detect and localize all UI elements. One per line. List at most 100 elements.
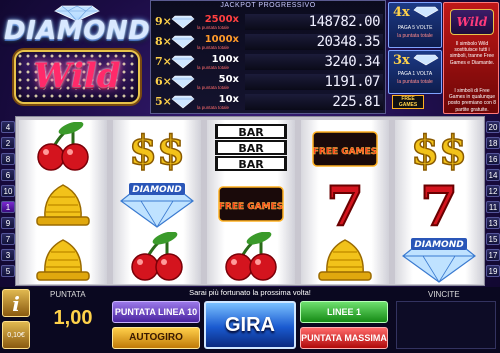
win-label: VINCITE	[428, 290, 460, 299]
diamond-icon	[171, 55, 195, 69]
payline-left-5[interactable]: 5	[1, 265, 15, 277]
payline-right-19[interactable]: 19	[486, 265, 500, 277]
info-4x-sub: la puntata totale	[397, 33, 433, 39]
bet-per-line-button[interactable]: PUNTATA LINEA 10	[112, 301, 200, 323]
info-button[interactable]: i	[2, 289, 30, 317]
info-3x-sub: la puntata totale	[397, 79, 433, 85]
paytable-count: 7×	[155, 55, 172, 68]
paytable-multiplier: 100x	[211, 54, 239, 65]
paytable-note: la puntata totale	[197, 85, 230, 90]
free-games-symbol-text: FREE GAMES	[313, 147, 377, 157]
bar-symbol-text: BAR	[238, 126, 264, 139]
free-games-icon: FREE GAMES	[211, 177, 291, 229]
paytable-count: 5×	[155, 95, 172, 108]
payline-left-3[interactable]: 3	[1, 249, 15, 261]
bet-value: 1,00	[53, 307, 93, 329]
lines-button[interactable]: LINEE 1	[300, 301, 388, 323]
control-bar: i 0,10€ PUNTATA 1,00 Sarai più fortunato…	[0, 287, 500, 353]
payline-right-11[interactable]: 11	[486, 201, 500, 213]
payline-left-8[interactable]: 8	[1, 153, 15, 165]
autospin-button[interactable]: AUTOGIRO	[112, 327, 200, 349]
paytable-row: 5× 10x la puntata totale 225.81	[153, 93, 385, 112]
payline-left-1[interactable]: 1	[1, 201, 15, 213]
paytable-multiplier: 50x	[218, 74, 239, 85]
bell-icon	[23, 177, 103, 229]
max-bet-button[interactable]: PUNTATA MASSIMA	[300, 327, 388, 349]
paytable-title: JACKPOT PROGRESSIVO	[220, 2, 316, 9]
paytable-note: la puntata totale	[197, 65, 230, 70]
paytable-count: 8×	[155, 35, 172, 48]
info-3x-multiplier: 3x	[393, 53, 410, 68]
diamond-icon	[413, 6, 439, 18]
info-box-4x: 4x PAGA 5 VOLTE la puntata totale	[388, 2, 442, 48]
payline-right-18[interactable]: 18	[486, 137, 500, 149]
game-logo: DIAMOND Wild	[2, 4, 152, 116]
dollar-symbol-text: $$	[129, 127, 185, 174]
info-3x-text: PAGA 1 VOLTA	[397, 71, 433, 77]
diamond-icon	[171, 35, 195, 49]
seven-symbol-text: 7	[326, 177, 364, 229]
payline-left-7[interactable]: 7	[1, 233, 15, 245]
jackpot-paytable: JACKPOT PROGRESSIVO 9× 2500x la puntata to…	[150, 0, 386, 114]
payline-right-17[interactable]: 17	[486, 249, 500, 261]
bell-icon	[305, 232, 385, 284]
payline-right-16[interactable]: 16	[486, 153, 500, 165]
dollar-icon: $$	[399, 122, 479, 175]
diamond-symbol-text: DIAMOND	[414, 240, 464, 250]
paytable-count: 9×	[155, 15, 172, 28]
payline-right-12[interactable]: 12	[486, 185, 500, 197]
info-box-3x: 3x PAGA 1 VOLTA la puntata totale	[388, 50, 442, 94]
diamond-icon	[171, 95, 195, 109]
diamond-symbol-text: DIAMOND	[132, 185, 182, 195]
seven-symbol-text: 7	[420, 177, 458, 229]
win-display	[396, 301, 496, 349]
slot-game: DIAMOND Wild JACKPOT PROGRESSIVO 9× 2500x…	[0, 0, 500, 353]
reel-1	[19, 120, 107, 284]
payline-left-9[interactable]: 9	[1, 217, 15, 229]
reel-3: BAR BAR BAR FREE GAMES	[207, 120, 295, 284]
coin-value-button[interactable]: 0,10€	[2, 321, 30, 349]
payline-left-4[interactable]: 4	[1, 121, 15, 133]
payline-right-15[interactable]: 15	[486, 233, 500, 245]
jackpot-amount: 20348.35	[245, 34, 383, 50]
free-games-icon: FREE GAMES	[305, 122, 385, 174]
status-message: Sarai più fortunato la prossima volta!	[189, 288, 311, 297]
rules-panel: Wild Il simbolo Wild sostituisce tutti i…	[443, 2, 499, 114]
diamond-icon	[413, 54, 439, 66]
wild-rule-text: Il simbolo Wild sostituisce tutti i simb…	[449, 41, 495, 66]
paytable-row: 9× 2500x la puntata totale 148782.00	[153, 13, 385, 32]
dollar-icon: $$	[117, 122, 197, 175]
free-games-symbol-text: FREE GAMES	[219, 202, 283, 212]
info-4x-text: PAGA 5 VOLTE	[397, 25, 433, 31]
cherries-icon	[211, 231, 291, 284]
payline-right-20[interactable]: 20	[486, 121, 500, 133]
paytable-multiplier: 2500x	[204, 14, 239, 25]
payline-right-13[interactable]: 13	[486, 217, 500, 229]
cherries-icon	[117, 231, 197, 284]
paytable-note: la puntata totale	[197, 105, 230, 110]
jackpot-amount: 148782.00	[245, 14, 383, 30]
jackpot-amount: 3240.34	[245, 54, 383, 70]
paytable-note: la puntata totale	[197, 25, 230, 30]
diamond-icon: DIAMOND	[117, 177, 197, 229]
paytable-count: 6×	[155, 75, 172, 88]
bell-icon	[23, 232, 103, 284]
payline-left-10[interactable]: 10	[1, 185, 15, 197]
logo-diamond-text: DIAMOND	[4, 16, 151, 46]
reel-4: FREE GAMES 7	[301, 120, 389, 284]
wild-mini-logo: Wild	[450, 9, 494, 35]
jackpot-amount: 1191.07	[245, 74, 383, 90]
dollar-symbol-text: $$	[411, 127, 467, 174]
bet-label: PUNTATA	[50, 290, 86, 299]
payline-left-2[interactable]: 2	[1, 137, 15, 149]
logo-wild-text: Wild	[33, 56, 121, 96]
reels-area: $$ DIAMOND BAR BAR BAR FREE GAMES FREE GAMES 7 $…	[15, 116, 485, 286]
cherries-icon	[23, 121, 103, 174]
paytable-multiplier: 1000x	[204, 34, 239, 45]
free-games-badge: FREE GAMES	[392, 95, 424, 109]
spin-button[interactable]: GIRA	[204, 301, 296, 349]
payline-right-14[interactable]: 14	[486, 169, 500, 181]
payline-left-6[interactable]: 6	[1, 169, 15, 181]
reel-2: $$ DIAMOND	[113, 120, 201, 284]
reel-5: $$ 7 DIAMOND	[395, 120, 483, 284]
